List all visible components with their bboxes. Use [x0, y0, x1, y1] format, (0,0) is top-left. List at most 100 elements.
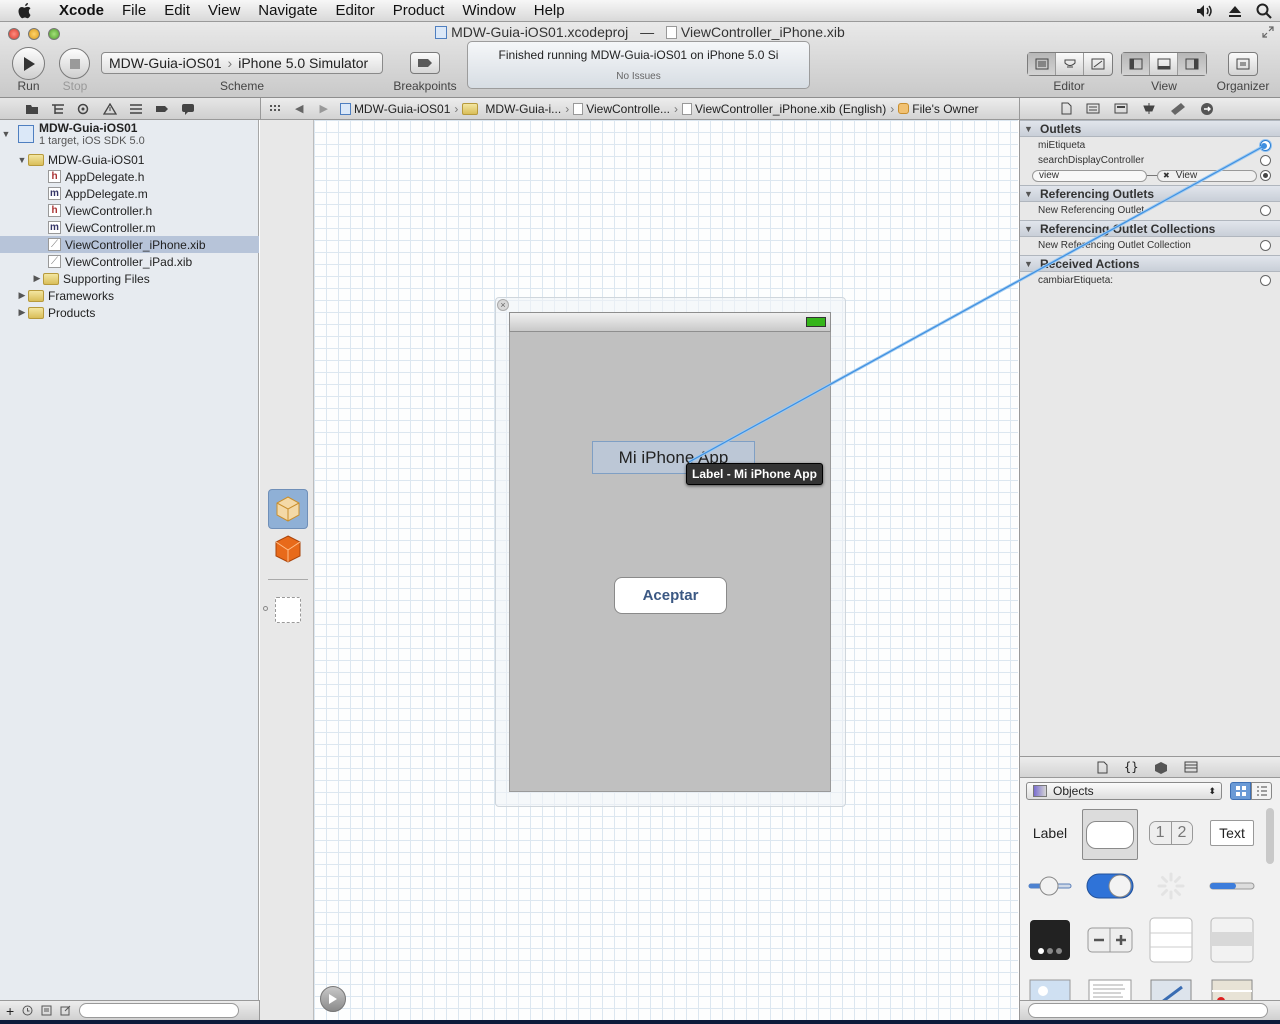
media-library-icon[interactable]	[1184, 761, 1198, 773]
library-item-web-view[interactable]	[1143, 970, 1199, 1000]
library-item-table-view-cell[interactable]	[1204, 916, 1260, 964]
eject-icon[interactable]	[1228, 4, 1242, 18]
jumpbar-item-group[interactable]: MDW-Guia-i...	[458, 102, 565, 116]
unsaved-files-icon[interactable]	[41, 1005, 52, 1016]
related-files-icon[interactable]	[261, 103, 287, 115]
log-navigator-icon[interactable]	[181, 103, 195, 115]
library-item-image-view[interactable]	[1022, 970, 1078, 1000]
first-responder-dock-item[interactable]	[272, 533, 304, 565]
scheme-selector[interactable]: MDW-Guia-iOS01 › iPhone 5.0 Simulator	[101, 52, 383, 74]
menu-file[interactable]: File	[113, 2, 155, 19]
disclosure-open-icon[interactable]: ▼	[1024, 124, 1040, 134]
breakpoints-button[interactable]	[410, 52, 440, 74]
jumpbar-item-files-owner[interactable]: File's Owner	[894, 102, 982, 116]
search-navigator-icon[interactable]	[77, 103, 91, 115]
file-row[interactable]: m AppDelegate.m	[0, 185, 259, 202]
size-inspector-icon[interactable]	[1170, 102, 1186, 115]
connections-inspector-icon[interactable]	[1200, 102, 1214, 116]
disclosure-open-icon[interactable]: ▼	[1024, 224, 1040, 234]
library-item-table-view[interactable]	[1143, 916, 1199, 964]
outlet-connection-circle[interactable]	[1260, 205, 1271, 216]
close-view-icon[interactable]: ×	[497, 299, 509, 311]
referencing-outlets-header[interactable]: ▼ Referencing Outlets	[1020, 185, 1280, 202]
spotlight-search-icon[interactable]	[1256, 3, 1272, 19]
library-category-select[interactable]: Objects ⬍	[1026, 782, 1222, 800]
received-actions-header[interactable]: ▼ Received Actions	[1020, 255, 1280, 272]
jumpbar-item-project[interactable]: MDW-Guia-iOS01	[336, 102, 454, 116]
disclosure-open-icon[interactable]: ▼	[0, 129, 12, 139]
file-row[interactable]: m ViewController.m	[0, 219, 259, 236]
menu-help[interactable]: Help	[525, 2, 574, 19]
outlet-connection-circle[interactable]	[1260, 240, 1271, 251]
play-icon[interactable]	[320, 986, 346, 1012]
supporting-files-row[interactable]: ▶ Supporting Files	[0, 270, 259, 287]
identity-inspector-icon[interactable]	[1114, 102, 1128, 115]
library-item-activity-indicator[interactable]	[1143, 862, 1199, 910]
disclosure-closed-icon[interactable]: ▶	[16, 290, 28, 301]
jumpbar-item-file[interactable]: ViewControlle...	[569, 102, 674, 116]
editor-mode-segmented[interactable]	[1027, 52, 1113, 76]
apple-menu-icon[interactable]	[0, 2, 50, 20]
outlet-connection-circle[interactable]	[1260, 140, 1271, 151]
library-item-label[interactable]: Label	[1022, 809, 1078, 857]
file-row[interactable]: h AppDelegate.h	[0, 168, 259, 185]
attributes-inspector-icon[interactable]	[1142, 102, 1156, 115]
library-item-switch[interactable]	[1082, 862, 1138, 910]
menu-view[interactable]: View	[199, 2, 249, 19]
standard-editor-icon[interactable]	[1028, 53, 1056, 75]
add-icon[interactable]: +	[6, 1003, 14, 1019]
issue-navigator-icon[interactable]	[103, 102, 117, 115]
products-row[interactable]: ▶ Products	[0, 304, 259, 321]
code-snippet-library-icon[interactable]: {}	[1124, 760, 1138, 774]
file-row[interactable]: ⟋ ViewController_iPad.xib	[0, 253, 259, 270]
aceptar-button[interactable]: Aceptar	[614, 577, 727, 614]
menu-product[interactable]: Product	[384, 2, 454, 19]
group-row[interactable]: ▼ MDW-Guia-iOS01	[0, 151, 259, 168]
back-arrow-icon[interactable]: ◀	[287, 102, 311, 115]
disclosure-open-icon[interactable]: ▼	[16, 155, 28, 165]
outlets-header[interactable]: ▼ Outlets	[1020, 120, 1280, 137]
library-item-map-view[interactable]	[1204, 970, 1260, 1000]
menu-xcode[interactable]: Xcode	[50, 2, 113, 19]
organizer-button[interactable]	[1228, 52, 1258, 76]
fullscreen-icon[interactable]	[1262, 26, 1274, 38]
disclosure-closed-icon[interactable]: ▶	[16, 307, 28, 318]
referencing-collections-header[interactable]: ▼ Referencing Outlet Collections	[1020, 220, 1280, 237]
disclosure-closed-icon[interactable]: ▶	[31, 273, 43, 284]
grid-view-button[interactable]	[1230, 782, 1251, 800]
breakpoint-navigator-icon[interactable]	[155, 103, 169, 115]
symbol-navigator-icon[interactable]	[51, 103, 65, 115]
disclosure-open-icon[interactable]: ▼	[1024, 259, 1040, 269]
file-inspector-icon[interactable]	[1060, 102, 1072, 115]
library-item-segmented-control[interactable]: 1 2	[1143, 809, 1199, 857]
library-item-stepper[interactable]	[1082, 916, 1138, 964]
files-owner-dock-item[interactable]	[268, 489, 308, 529]
quick-help-icon[interactable]	[1086, 102, 1100, 115]
library-item-slider[interactable]	[1022, 862, 1078, 910]
menu-editor[interactable]: Editor	[327, 2, 384, 19]
version-editor-icon[interactable]	[1084, 53, 1112, 75]
list-view-button[interactable]	[1251, 782, 1272, 800]
expand-dock-icon[interactable]	[263, 606, 268, 611]
file-template-library-icon[interactable]	[1096, 761, 1108, 774]
disclosure-open-icon[interactable]: ▼	[1024, 189, 1040, 199]
interface-builder-canvas[interactable]: × Mi iPhone App Aceptar Label - Mi iPhon…	[314, 120, 1018, 1020]
navigator-filter-input[interactable]	[79, 1003, 240, 1018]
action-connection-circle[interactable]	[1260, 275, 1271, 286]
frameworks-row[interactable]: ▶ Frameworks	[0, 287, 259, 304]
show-utilities-icon[interactable]	[1178, 53, 1206, 75]
file-row[interactable]: h ViewController.h	[0, 202, 259, 219]
show-navigator-icon[interactable]	[1122, 53, 1150, 75]
project-navigator-icon[interactable]	[25, 103, 39, 115]
library-filter-input[interactable]	[1028, 1003, 1268, 1018]
file-row-selected[interactable]: ⟋ ViewController_iPhone.xib	[0, 236, 259, 253]
library-scrollbar[interactable]	[1266, 808, 1274, 864]
library-item-page-control[interactable]	[1022, 916, 1078, 964]
stop-button[interactable]	[59, 48, 90, 79]
library-item-progress-view[interactable]	[1204, 862, 1260, 910]
debug-navigator-icon[interactable]	[129, 103, 143, 115]
forward-arrow-icon[interactable]: ▶	[311, 102, 335, 115]
scm-status-icon[interactable]	[60, 1005, 71, 1016]
iphone-view[interactable]	[509, 332, 831, 792]
outlet-connection-circle[interactable]	[1260, 170, 1271, 181]
